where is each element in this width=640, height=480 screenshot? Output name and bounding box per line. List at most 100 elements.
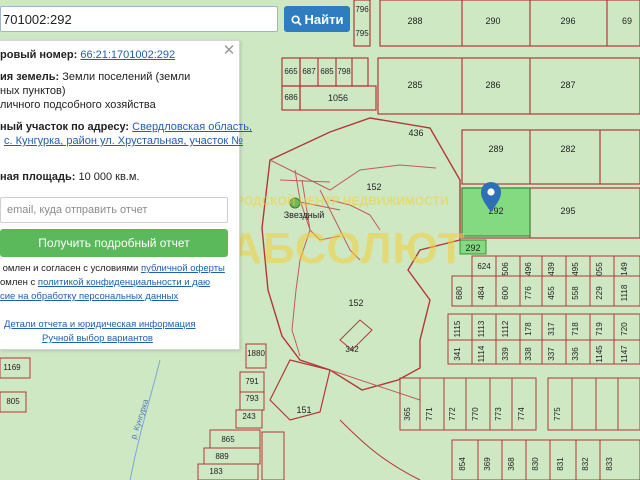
parcel-label: 718 bbox=[571, 322, 580, 336]
address-link[interactable]: Свердловская область, bbox=[132, 121, 252, 133]
parcel-label: 290 bbox=[485, 16, 500, 26]
parcel-label: 832 bbox=[581, 457, 590, 471]
parcel-label: 055 bbox=[595, 262, 604, 276]
parcel-label: 1115 bbox=[453, 320, 462, 337]
parcel-label: 805 bbox=[6, 397, 20, 406]
parcel-label: 365 bbox=[403, 407, 412, 421]
parcel-label: 439 bbox=[547, 262, 556, 276]
parcel-label: 183 bbox=[209, 467, 223, 476]
area-row: ная площадь: 10 000 кв.м. bbox=[0, 170, 140, 184]
parcel-label: 1880 bbox=[247, 349, 265, 358]
manual-row: Ручной выбор вариантов bbox=[42, 332, 153, 346]
parcel-label: 773 bbox=[494, 407, 503, 421]
parcel-label: 558 bbox=[571, 286, 580, 300]
parcel-label: 296 bbox=[560, 16, 575, 26]
parcel-label: 455 bbox=[547, 286, 556, 300]
parcel-label: 600 bbox=[501, 286, 510, 300]
close-icon[interactable]: ✕ bbox=[222, 43, 236, 59]
parcel-label: 889 bbox=[215, 452, 229, 461]
parcel-label: 831 bbox=[556, 457, 565, 471]
parcel-label: 776 bbox=[524, 286, 533, 300]
address-link-text[interactable]: с. Кунгурка, район ул. Хрустальная, учас… bbox=[4, 135, 243, 147]
parcel-label: 495 bbox=[571, 262, 580, 276]
parcel-label: 774 bbox=[517, 407, 526, 421]
parcel-label: 436 bbox=[408, 128, 423, 138]
parcel-label: 770 bbox=[471, 407, 480, 421]
consent-privacy: омлен с политикой конфиденциальности и д… bbox=[0, 276, 210, 290]
parcel-label: 178 bbox=[524, 322, 533, 336]
search-input[interactable] bbox=[0, 6, 278, 32]
parcel-label: 339 bbox=[501, 347, 510, 361]
parcel-label: 687 bbox=[302, 67, 316, 76]
category-label: ия земель: bbox=[0, 71, 60, 83]
cadastral-label: ровый номер: bbox=[0, 49, 78, 61]
area-label: ная площадь: bbox=[0, 171, 76, 183]
parcel-label: 624 bbox=[477, 262, 491, 271]
parcel-label: 798 bbox=[337, 67, 351, 76]
personal-data-link[interactable]: сие на обработку персональных данных bbox=[0, 291, 178, 302]
search-icon bbox=[290, 14, 302, 26]
parcel-label: 152 bbox=[366, 182, 381, 192]
parcel-label: 484 bbox=[477, 286, 486, 300]
parcel-label: 685 bbox=[320, 67, 334, 76]
parcel-label: 830 bbox=[531, 457, 540, 471]
parcel-label: 338 bbox=[524, 347, 533, 361]
parcel-label: 720 bbox=[620, 322, 629, 336]
parcel-label: 795 bbox=[355, 29, 369, 38]
parcel-label: 289 bbox=[488, 144, 503, 154]
parcel-label: 243 bbox=[242, 412, 256, 421]
manual-selection-link[interactable]: Ручной выбор вариантов bbox=[42, 333, 153, 344]
parcel-label: 285 bbox=[407, 80, 422, 90]
details-row: Детали отчета и юридическая информация bbox=[4, 318, 196, 332]
consent-offer: омлен и согласен с условиями публичной о… bbox=[0, 262, 225, 276]
parcel-label: 1147 bbox=[620, 345, 629, 363]
parcel-label: 665 bbox=[284, 67, 298, 76]
parcel-label: 286 bbox=[485, 80, 500, 90]
parcel-label: 368 bbox=[507, 457, 516, 471]
parcel-label: 369 bbox=[483, 457, 492, 471]
cadastral-row: ровый номер: 66:21:1701002:292 bbox=[0, 48, 175, 62]
parcel-label: 317 bbox=[547, 322, 556, 336]
parcel-label: 288 bbox=[407, 16, 422, 26]
parcel-label: 775 bbox=[553, 407, 562, 421]
parcel-label: 151 bbox=[296, 405, 311, 415]
parcel-label: 833 bbox=[605, 457, 614, 471]
parcel-label: 496 bbox=[524, 262, 533, 276]
consent-privacy-text: омлен с bbox=[0, 277, 36, 288]
parcel-label: 791 bbox=[245, 377, 259, 386]
parcel-label: 337 bbox=[547, 347, 556, 361]
parcel-label: 1114 bbox=[477, 345, 486, 362]
parcel-label: 336 bbox=[571, 347, 580, 361]
parcel-label: 854 bbox=[458, 457, 467, 471]
parcel-label: 292 bbox=[465, 243, 480, 253]
search-button-label: Найти bbox=[304, 11, 344, 27]
parcel-label: 793 bbox=[245, 394, 259, 403]
parcel-label: 1169 bbox=[3, 363, 21, 372]
parcel-label: 342 bbox=[345, 345, 359, 354]
address-row: ный участок по адресу: Свердловская обла… bbox=[0, 120, 252, 134]
parcel-label: 149 bbox=[620, 262, 629, 276]
get-report-button[interactable]: Получить подробный отчет bbox=[0, 229, 228, 257]
area-value: 10 000 кв.м. bbox=[78, 171, 140, 183]
parcel-label: 1056 bbox=[328, 93, 348, 103]
parcel-label: 152 bbox=[348, 298, 363, 308]
info-panel: ✕ ровый номер: 66:21:1701002:292 ия земе… bbox=[0, 40, 252, 350]
parcel-label: 506 bbox=[501, 262, 510, 276]
email-field[interactable] bbox=[0, 197, 228, 223]
parcel-label: 865 bbox=[221, 435, 235, 444]
place-marker-icon[interactable] bbox=[289, 197, 301, 209]
search-button[interactable]: Найти bbox=[284, 6, 350, 32]
address-link-line2[interactable]: с. Кунгурка, район ул. Хрустальная, учас… bbox=[4, 134, 243, 148]
usage-line: личного подсобного хозяйства bbox=[0, 99, 156, 111]
parcel-label: 719 bbox=[595, 322, 604, 336]
cadastral-number-link[interactable]: 66:21:1701002:292 bbox=[80, 49, 175, 61]
parcel-label: 686 bbox=[284, 93, 298, 102]
place-label: Звездный bbox=[284, 210, 325, 220]
parcel-label: 680 bbox=[455, 286, 464, 300]
offer-link[interactable]: публичной оферты bbox=[141, 263, 225, 274]
parcel-label: 796 bbox=[355, 5, 369, 14]
parcel-label: 772 bbox=[448, 407, 457, 421]
parcel-label: 69 bbox=[622, 16, 632, 26]
privacy-link[interactable]: политикой конфиденциальности и даю bbox=[38, 277, 210, 288]
details-link[interactable]: Детали отчета и юридическая информация bbox=[4, 319, 196, 330]
